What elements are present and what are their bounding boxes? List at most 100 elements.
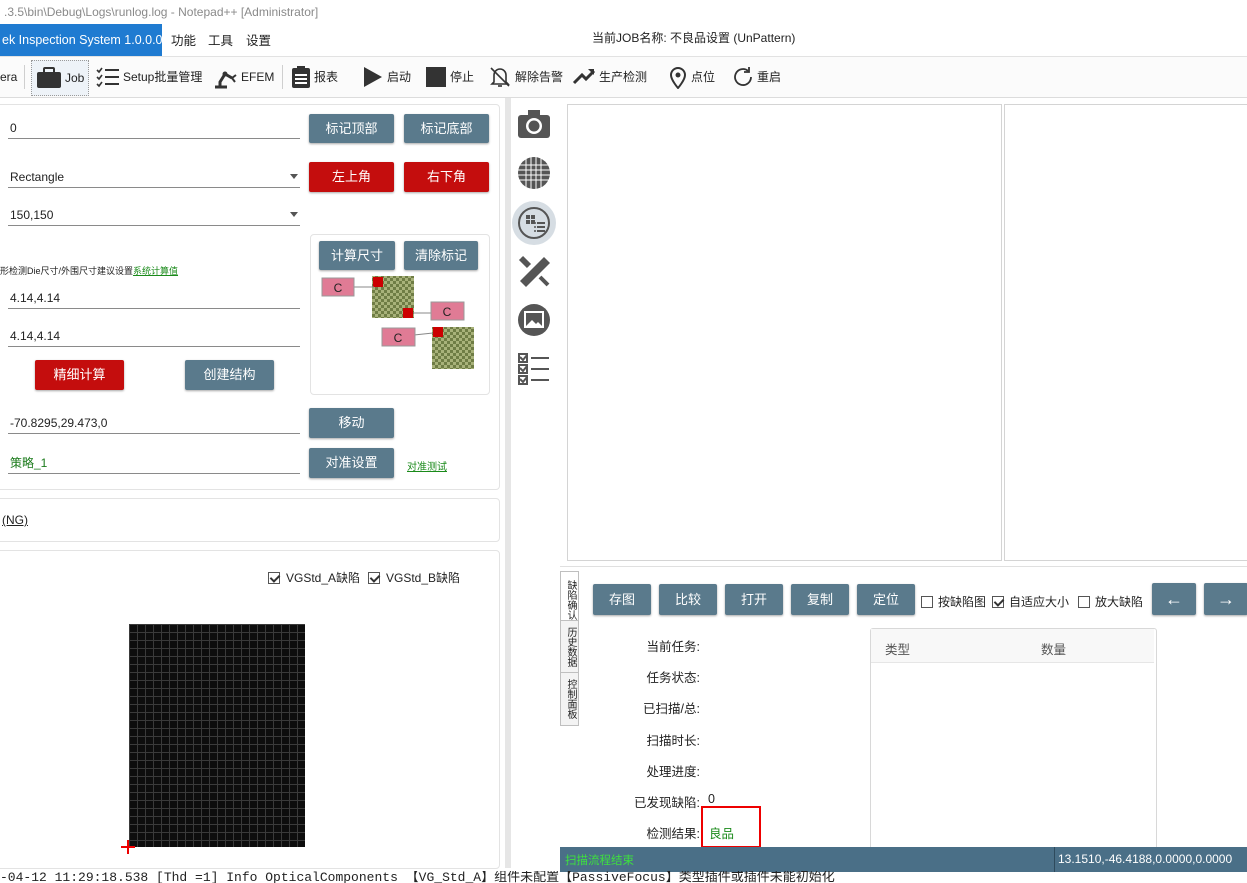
ng-panel — [0, 498, 500, 542]
arrow-left-icon: ← — [1165, 589, 1183, 609]
checklist-icon[interactable] — [514, 349, 554, 389]
restart-icon — [734, 67, 752, 86]
image-frame-icon[interactable] — [514, 300, 554, 340]
diagram-label-c: C — [394, 331, 403, 345]
open-button[interactable]: 打开 — [725, 584, 783, 615]
chk-auto-fit[interactable]: 自适应大小 — [992, 593, 1069, 610]
toolbar-point[interactable]: 点位 — [668, 63, 715, 91]
tab-control-panel[interactable]: 控制面板 — [560, 672, 579, 726]
marker-top-left — [373, 277, 383, 287]
grid-wafer-icon[interactable] — [514, 153, 554, 193]
chevron-down-icon — [290, 174, 298, 179]
marker-top-left-2 — [433, 327, 443, 337]
size-select-value: 150,150 — [10, 208, 54, 222]
strategy-field[interactable]: 策略_1 — [8, 452, 300, 474]
chk-defect-map[interactable]: 按缺陷图 — [921, 593, 986, 610]
checkbox-auto-fit[interactable] — [992, 595, 1004, 608]
save-image-button[interactable]: 存图 — [593, 584, 651, 615]
copy-button[interactable]: 复制 — [791, 584, 849, 615]
size-select[interactable]: 150,150 — [8, 204, 300, 226]
toolbar-stop-label: 停止 — [450, 70, 475, 84]
die-size-field[interactable]: 4.14,4.14 — [8, 287, 300, 309]
chk-zoom-defect[interactable]: 放大缺陷 — [1078, 593, 1143, 610]
menu-settings[interactable]: 设置 — [246, 24, 271, 56]
locate-button[interactable]: 定位 — [857, 584, 915, 615]
toolbar-restart[interactable]: 重启 — [732, 63, 781, 91]
tab-history-data[interactable]: 历史数据 — [560, 620, 579, 674]
size-hint: 形检测Die尺寸/外围尺寸建议设置系统计算值 — [0, 264, 178, 277]
table-header-type[interactable]: 类型 — [885, 639, 910, 658]
checkbox-defect-map[interactable] — [921, 595, 933, 608]
camera-icon[interactable] — [514, 104, 554, 144]
toolbar-camera[interactable]: era — [0, 63, 17, 91]
table-header-count[interactable]: 数量 — [1041, 639, 1066, 658]
top-left-button[interactable]: 左上角 — [309, 162, 394, 192]
panel-splitter[interactable] — [505, 98, 511, 868]
prev-defect-button[interactable]: ← — [1152, 583, 1196, 615]
toolbar-job[interactable]: Job — [31, 60, 90, 96]
checkbox-vgstd-b[interactable] — [368, 571, 380, 584]
toolbar-efem[interactable]: EFEM — [212, 63, 274, 91]
ng-label[interactable]: (NG) — [2, 513, 28, 527]
create-structure-button[interactable]: 创建结构 — [185, 360, 274, 390]
toolbar-camera-label: era — [0, 70, 18, 84]
menu-tools[interactable]: 工具 — [208, 24, 233, 56]
toolbar-start[interactable]: 启动 — [362, 63, 411, 91]
align-settings-button[interactable]: 对准设置 — [309, 448, 394, 478]
calc-size-button[interactable]: 计算尺寸 — [319, 241, 395, 270]
toolbar-efem-label: EFEM — [241, 70, 275, 84]
diagram-label-c: C — [443, 305, 452, 319]
mark-top-button[interactable]: 标记顶部 — [309, 114, 394, 143]
toolbar-clear-alarm[interactable]: 解除告警 — [488, 63, 563, 91]
size-hint-text: 形检测Die尺寸/外围尺寸建议设置 — [0, 266, 134, 276]
toolbar-separator — [282, 65, 283, 89]
bottom-right-button[interactable]: 右下角 — [404, 162, 489, 192]
chk-vgstd-b-label: VGStd_B缺陷 — [386, 571, 461, 585]
system-value-link[interactable]: 系统计算值 — [133, 266, 178, 276]
toolbar-restart-label: 重启 — [757, 70, 782, 84]
fine-calc-button[interactable]: 精细计算 — [35, 360, 124, 390]
menu-function[interactable]: 功能 — [171, 24, 196, 56]
scanned-total-label: 已扫描/总: — [643, 702, 700, 716]
image-view-left[interactable] — [567, 104, 1002, 561]
chk-vgstd-b[interactable]: VGStd_B缺陷 — [368, 569, 460, 586]
image-view-right[interactable] — [1004, 104, 1247, 561]
offset-field[interactable]: 0 — [8, 117, 300, 139]
wafer-list-icon[interactable] — [512, 201, 556, 245]
toolbar-report[interactable]: 报表 — [291, 63, 338, 91]
task-status-label: 任务状态: — [646, 671, 700, 685]
toolbar-production-label: 生产检测 — [599, 70, 648, 84]
checkbox-vgstd-a[interactable] — [268, 571, 280, 584]
toolbar-setup-batch[interactable]: Setup批量管理 — [96, 63, 202, 91]
die-structure-diagram: C C C — [321, 276, 474, 369]
status-message: 扫描流程结束 — [565, 855, 634, 867]
wafer-map[interactable] — [129, 624, 305, 847]
align-test-link[interactable]: 对准测试 — [407, 458, 447, 473]
current-job-name: 当前JOB名称: 不良品设置 (UnPattern) — [592, 31, 796, 45]
move-button[interactable]: 移动 — [309, 408, 394, 438]
position-field[interactable]: -70.8295,29.473,0 — [8, 412, 300, 434]
clear-mark-button[interactable]: 清除标记 — [404, 241, 478, 270]
toolbar-production[interactable]: 生产检测 — [572, 63, 647, 91]
chk-auto-fit-label: 自适应大小 — [1009, 595, 1070, 609]
chk-vgstd-a[interactable]: VGStd_A缺陷 — [268, 569, 360, 586]
toolbar-stop[interactable]: 停止 — [425, 63, 474, 91]
compare-button[interactable]: 比较 — [659, 584, 717, 615]
mark-bottom-button[interactable]: 标记底部 — [404, 114, 489, 143]
current-task-label: 当前任务: — [646, 640, 700, 654]
toolbar: era Job Setup批量管理 EFEM 报表 启动 停止 解除告警 生产检… — [0, 57, 1247, 98]
table-header-row — [871, 629, 1154, 663]
outer-size-field[interactable]: 4.14,4.14 — [8, 325, 300, 347]
shape-select[interactable]: Rectangle — [8, 166, 300, 188]
production-icon — [572, 69, 596, 85]
window-title: .3.5\bin\Debug\Logs\runlog.log - Notepad… — [0, 0, 1247, 24]
toolbar-point-label: 点位 — [691, 70, 716, 84]
checklist-icon — [96, 67, 119, 88]
checkbox-zoom-defect[interactable] — [1078, 595, 1090, 608]
ruler-tool-icon[interactable] — [514, 251, 554, 291]
defects-found-value: 0 — [708, 792, 715, 806]
progress-label: 处理进度: — [646, 765, 700, 779]
result-label: 检测结果: — [646, 827, 700, 841]
shape-select-value: Rectangle — [10, 170, 65, 184]
next-defect-button[interactable]: → — [1204, 583, 1247, 615]
